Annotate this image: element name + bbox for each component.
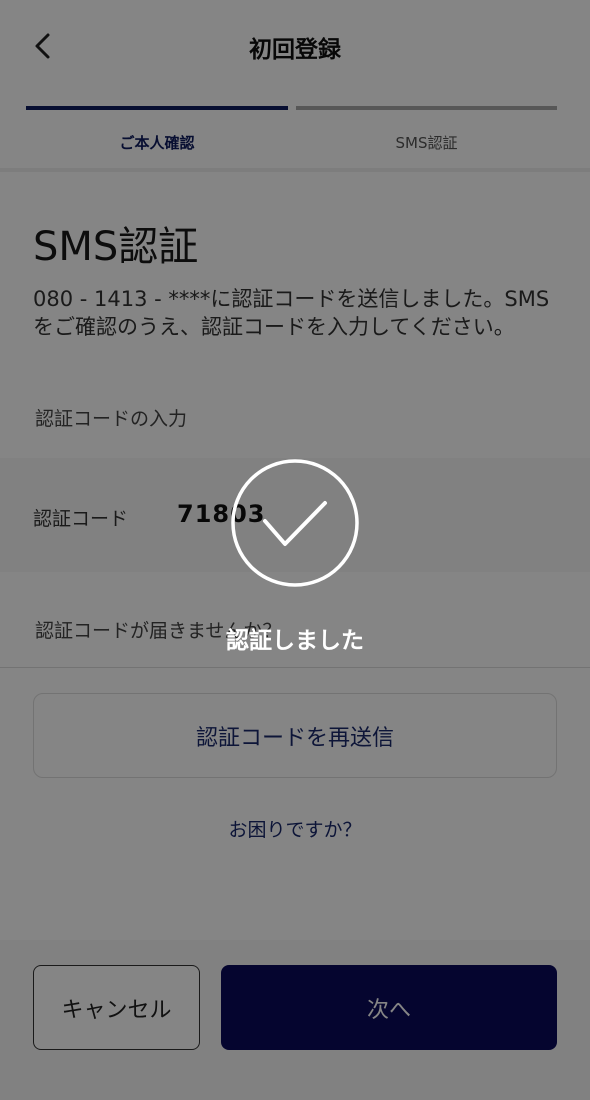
success-toast: 認証しました [0, 458, 590, 658]
modal-overlay: 認証しました [0, 0, 590, 1100]
success-message: 認証しました [226, 628, 364, 654]
check-icon [231, 459, 359, 587]
